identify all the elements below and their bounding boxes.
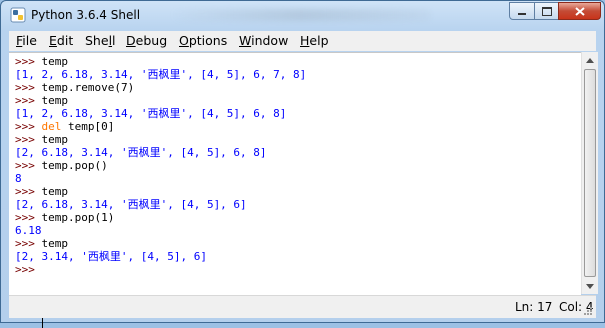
minimize-button[interactable]	[509, 2, 535, 20]
shell-prompt: >>>	[15, 185, 42, 198]
scroll-up-button[interactable]	[582, 52, 598, 68]
shell-input-line: >>> temp	[15, 133, 68, 146]
shell-input-line: >>>	[15, 263, 42, 276]
status-line: Ln: 17	[515, 300, 553, 314]
shell-output-line: [2, 6.18, 3.14, '西枫里', [4, 5], 6, 8]	[15, 146, 267, 159]
chevron-up-icon	[586, 57, 594, 63]
menu-debug[interactable]: Debug	[126, 33, 167, 48]
shell-prompt: >>>	[15, 159, 42, 172]
shell-input-line: >>> temp	[15, 94, 68, 107]
menu-edit[interactable]: Edit	[49, 33, 73, 48]
output-text: [2, 6.18, 3.14, '西枫里', [4, 5], 6, 8]	[15, 146, 267, 159]
scroll-down-button[interactable]	[582, 278, 598, 294]
resize-grip-icon[interactable]	[581, 304, 593, 316]
shell-output-line: [2, 3.14, '西枫里', [4, 5], 6]	[15, 250, 207, 263]
menu-shell[interactable]: Shell	[85, 33, 116, 48]
shell-prompt: >>>	[15, 55, 42, 68]
status-bar: Ln: 17 Col: 4	[9, 295, 596, 318]
shell-input-line: >>> temp	[15, 55, 68, 68]
command-text: temp	[41, 94, 69, 107]
command-text: temp[0]	[61, 120, 115, 133]
shell-prompt: >>>	[15, 133, 42, 146]
shell-input-line: >>> temp.pop()	[15, 159, 108, 172]
menu-window[interactable]: Window	[239, 33, 288, 48]
shell-output-line: [1, 2, 6.18, 3.14, '西枫里', [4, 5], 6, 7, …	[15, 68, 306, 81]
chevron-down-icon	[586, 283, 594, 289]
maximize-button[interactable]	[534, 2, 559, 20]
shell-input-line: >>> temp.pop(1)	[15, 211, 114, 224]
menu-help[interactable]: Help	[300, 33, 329, 48]
blurred-background-text	[171, 9, 431, 21]
menu-file[interactable]: File	[16, 33, 37, 48]
shell-output-line: [2, 6.18, 3.14, '西枫里', [4, 5], 6]	[15, 198, 247, 211]
shell-input-line: >>> del temp[0]	[15, 120, 114, 133]
close-button[interactable]	[558, 2, 601, 20]
command-text: temp.pop(1)	[41, 211, 115, 224]
output-text: [1, 2, 6.18, 3.14, '西枫里', [4, 5], 6, 7, …	[15, 68, 307, 81]
shell-text-area[interactable]: >>> temp [1, 2, 6.18, 3.14, '西枫里', [4, 5]…	[9, 52, 581, 328]
output-text: [1, 2, 6.18, 3.14, '西枫里', [4, 5], 6, 8]	[15, 107, 287, 120]
command-text: temp	[41, 55, 69, 68]
shell-output-line: [1, 2, 6.18, 3.14, '西枫里', [4, 5], 6, 8]	[15, 107, 286, 120]
python-icon	[10, 7, 26, 23]
shell-prompt: >>>	[15, 211, 42, 224]
maximize-icon	[541, 6, 552, 16]
command-text: temp	[41, 185, 69, 198]
close-icon	[574, 6, 585, 16]
shell-input-line: >>> temp	[15, 185, 68, 198]
shell-prompt: >>>	[15, 94, 42, 107]
shell-prompt: >>>	[15, 263, 42, 276]
command-text: temp.remove(7)	[41, 81, 135, 94]
shell-prompt: >>>	[15, 81, 42, 94]
shell-input-line: >>> temp	[15, 237, 68, 250]
title-bar[interactable]: Python 3.6.4 Shell	[1, 1, 604, 30]
shell-input-line: >>> temp.remove(7)	[15, 81, 134, 94]
minimize-icon	[518, 13, 526, 15]
idle-shell-window: Python 3.6.4 Shell File Edit Shell Debug…	[0, 0, 605, 328]
command-text: temp.pop()	[41, 159, 108, 172]
keyword-text: del	[41, 120, 62, 133]
scroll-thumb[interactable]	[584, 69, 596, 277]
shell-output-line: 8	[15, 172, 22, 185]
output-text: 6.18	[15, 224, 42, 237]
output-text: [2, 6.18, 3.14, '西枫里', [4, 5], 6]	[15, 198, 247, 211]
shell-prompt: >>>	[15, 237, 42, 250]
shell-output-line: 6.18	[15, 224, 42, 237]
output-text: [2, 3.14, '西枫里', [4, 5], 6]	[15, 250, 207, 263]
menu-options[interactable]: Options	[179, 33, 227, 48]
window-title: Python 3.6.4 Shell	[31, 8, 141, 22]
menu-bar: File Edit Shell Debug Options Window Hel…	[9, 31, 596, 51]
command-text: temp	[41, 133, 69, 146]
output-text: 8	[15, 172, 22, 185]
shell-prompt: >>>	[15, 120, 42, 133]
vertical-scrollbar[interactable]	[581, 52, 598, 294]
command-text: temp	[41, 237, 69, 250]
